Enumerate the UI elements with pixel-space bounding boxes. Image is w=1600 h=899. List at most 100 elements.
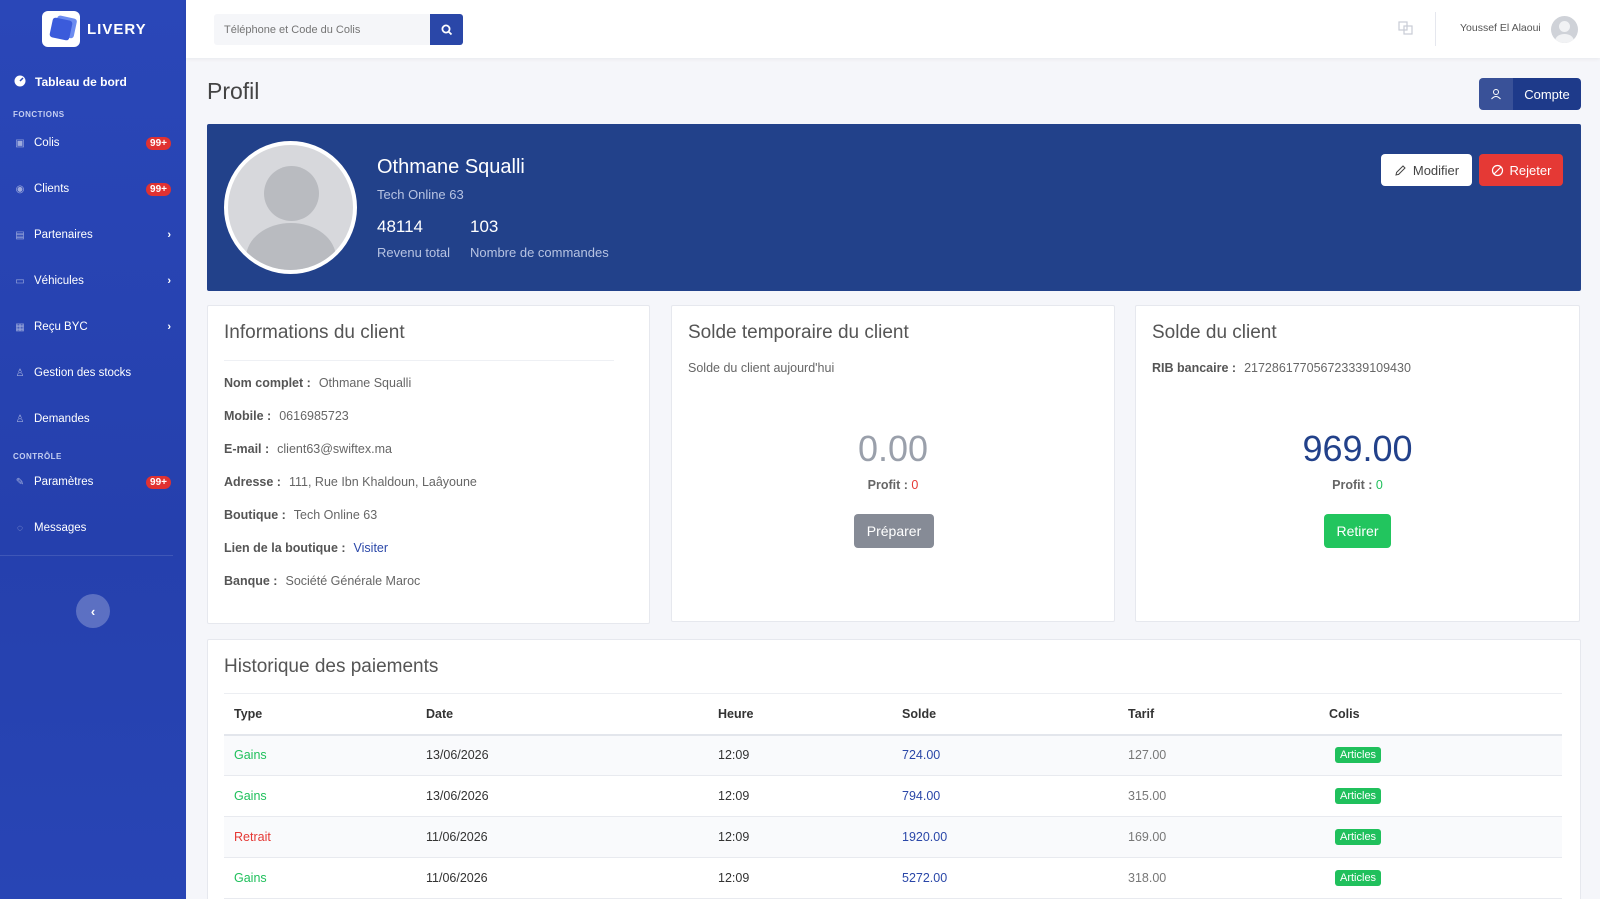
table-row: Gains 13/06/2026 12:09 794.00 315.00 Art… (224, 775, 1562, 817)
info-row-address: Adresse :111, Rue Ibn Khaldoun, Laâyoune (224, 475, 477, 489)
stat-orders-label: Nombre de commandes (470, 245, 609, 260)
sidebar-item-messages[interactable]: ◌ Messages (0, 505, 186, 551)
sidebar-item-partenaires[interactable]: ▤ Partenaires › (0, 212, 186, 258)
avatar[interactable] (1551, 16, 1578, 43)
table-row: Retrait 11/06/2026 12:09 1920.00 169.00 … (224, 816, 1562, 858)
box-icon: ▣ (15, 137, 25, 149)
sidebar-item-label: Demandes (34, 413, 90, 425)
chevron-right-icon: › (167, 275, 171, 287)
sidebar-item-parametres[interactable]: ✎ Paramètres 99+ (0, 459, 186, 505)
card-title: Solde du client (1152, 322, 1277, 343)
profile-shop: Tech Online 63 (377, 187, 464, 202)
modify-button[interactable]: Modifier (1381, 154, 1472, 186)
cell-solde: 5272.00 (892, 857, 1118, 899)
truck-icon: ▭ (15, 275, 25, 287)
brand-name: LIVERY (87, 20, 147, 38)
cell-type: Gains (224, 857, 416, 899)
sidebar-item-vehicules[interactable]: ▭ Véhicules › (0, 258, 186, 304)
cell-date: 11/06/2026 (416, 857, 708, 899)
column-header[interactable]: Type (224, 693, 416, 736)
chevron-left-icon: ‹ (90, 603, 96, 619)
balance-card: Solde du client RIB bancaire :2172861770… (1135, 305, 1580, 622)
payment-history-card: Historique des paiements Type Date Heure… (207, 639, 1581, 899)
prepare-button[interactable]: Préparer (854, 514, 934, 548)
payment-history-table: Type Date Heure Solde Tarif Colis Gains … (224, 693, 1562, 899)
balance-amount: 969.00 (1302, 428, 1413, 469)
user-icon: ♙ (15, 413, 25, 425)
section-heading-functions: FONCTIONS (13, 110, 65, 119)
temp-balance-profit: Profit : 0 (867, 478, 919, 492)
card-title: Solde temporaire du client (688, 322, 909, 343)
sidebar-item-colis[interactable]: ▣ Colis 99+ (0, 120, 186, 166)
cell-colis: Articles (1319, 857, 1562, 899)
ban-icon (1491, 164, 1503, 176)
temp-balance-card: Solde temporaire du client Solde du clie… (671, 305, 1115, 622)
withdraw-button[interactable]: Retirer (1324, 514, 1391, 548)
articles-badge[interactable]: Articles (1335, 788, 1382, 804)
search-icon (441, 24, 452, 35)
building-icon: ▤ (15, 229, 25, 241)
balance-profit: Profit : 0 (1332, 478, 1383, 492)
stat-orders-value: 103 (470, 217, 499, 236)
sidebar-item-label: Véhicules (34, 275, 84, 287)
stat-revenue-label: Revenu total (377, 245, 450, 260)
column-header[interactable]: Solde (892, 693, 1118, 736)
reject-button[interactable]: Rejeter (1479, 154, 1563, 186)
user-settings-icon (1479, 78, 1513, 110)
brand[interactable]: LIVERY (0, 0, 186, 58)
sidebar-item-label: Tableau de bord (35, 75, 127, 89)
table-row: Gains 11/06/2026 12:09 5272.00 318.00 Ar… (224, 857, 1562, 899)
compte-button[interactable]: Compte (1479, 78, 1581, 110)
topbar-divider (1435, 12, 1436, 46)
articles-badge[interactable]: Articles (1335, 829, 1382, 845)
user-name[interactable]: Youssef El Alaoui (1460, 22, 1541, 34)
profile-avatar (224, 141, 357, 274)
sidebar-item-stocks[interactable]: ♙ Gestion des stocks (0, 350, 186, 396)
cell-date: 11/06/2026 (416, 816, 708, 858)
sidebar-item-label: Reçu BYC (34, 321, 88, 333)
column-header[interactable]: Tarif (1118, 693, 1319, 736)
cell-tarif: 127.00 (1118, 734, 1319, 776)
cell-colis: Articles (1319, 816, 1562, 858)
sidebar-item-clients[interactable]: ◉ Clients 99+ (0, 166, 186, 212)
articles-badge[interactable]: Articles (1335, 870, 1382, 886)
sidebar-item-recu-byc[interactable]: ▦ Reçu BYC › (0, 304, 186, 350)
stat-revenue-value: 48114 (377, 217, 424, 236)
count-badge: 99+ (146, 182, 171, 196)
count-badge: 99+ (146, 136, 171, 150)
search-input[interactable] (214, 14, 430, 45)
cell-tarif: 318.00 (1118, 857, 1319, 899)
sidebar-collapse-button[interactable]: ‹ (76, 594, 110, 628)
sidebar-item-dashboard[interactable]: Tableau de bord (0, 58, 186, 106)
page-title: Profil (207, 78, 260, 104)
topbar: Youssef El Alaoui (186, 0, 1600, 58)
table-header-row: Type Date Heure Solde Tarif Colis (224, 693, 1562, 736)
sidebar-item-label: Partenaires (34, 229, 93, 241)
sidebar-item-demandes[interactable]: ♙ Demandes (0, 396, 186, 442)
info-row-shop: Boutique : Tech Online 63 (224, 508, 378, 522)
client-info-card: Informations du client Nom complet : Othm… (207, 305, 650, 624)
cell-solde: 1920.00 (892, 816, 1118, 858)
temp-balance-subtitle: Solde du client aujourd'hui (688, 361, 835, 375)
user-circle-icon: ◉ (15, 183, 25, 195)
info-row-mobile: Mobile :0616985723 (224, 409, 349, 423)
search-button[interactable] (430, 14, 463, 45)
visit-shop-link[interactable]: Visiter (354, 541, 389, 555)
column-header[interactable]: Colis (1319, 693, 1562, 736)
pencil-icon (1395, 164, 1406, 176)
column-header[interactable]: Heure (708, 693, 892, 736)
cell-type: Gains (224, 734, 416, 776)
articles-badge[interactable]: Articles (1335, 747, 1382, 764)
reject-button-label: Rejeter (1509, 162, 1552, 178)
cell-time: 12:09 (708, 775, 892, 817)
cell-date: 13/06/2026 (416, 775, 708, 817)
sidebar-divider (0, 555, 173, 556)
profile-name: Othmane Squalli (377, 156, 525, 178)
cell-time: 12:09 (708, 857, 892, 899)
info-row-shop-link: Lien de la boutique : Visiter (224, 541, 389, 555)
cell-time: 12:09 (708, 734, 892, 776)
cell-type: Retrait (224, 816, 416, 858)
translate-icon[interactable] (1398, 20, 1414, 36)
column-header[interactable]: Date (416, 693, 708, 736)
card-title: Historique des paiements (224, 656, 439, 677)
